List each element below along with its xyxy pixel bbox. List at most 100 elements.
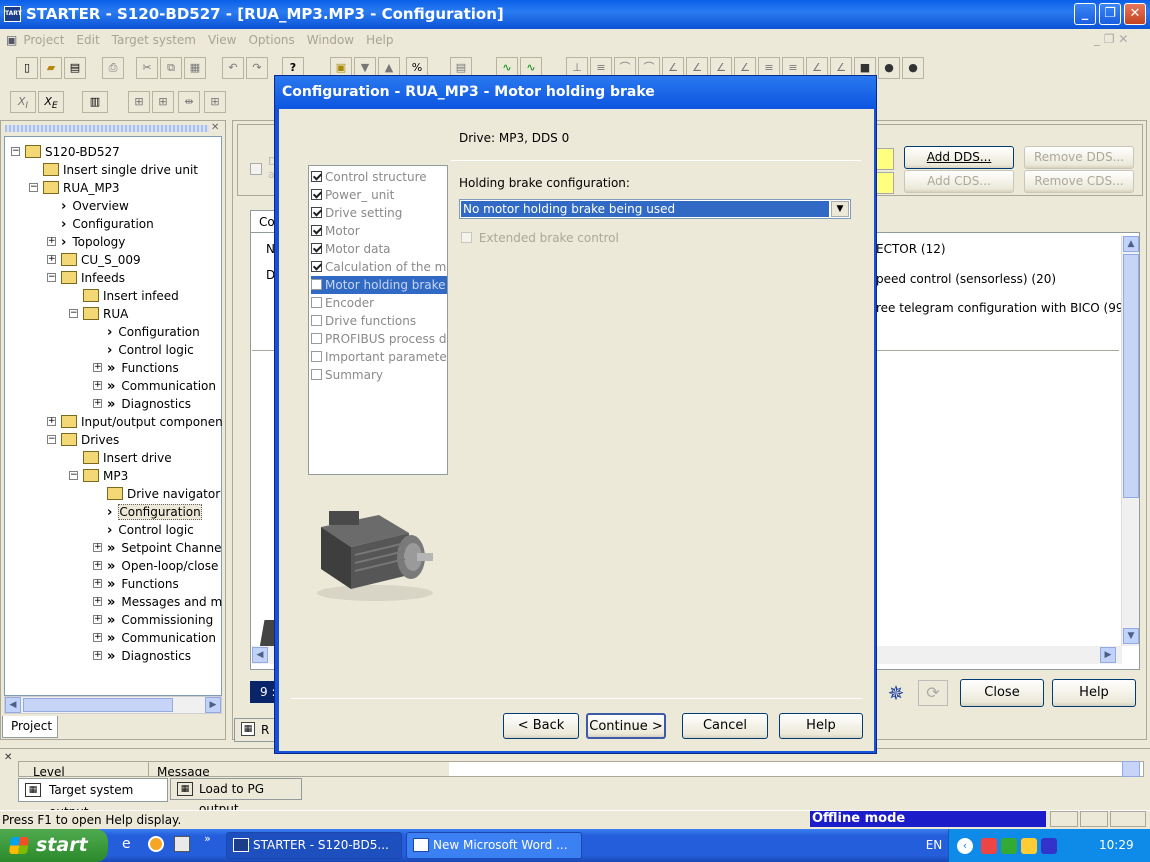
open-icon[interactable]: ▰ — [40, 57, 62, 79]
continue-button[interactable]: Continue > — [586, 713, 666, 739]
tray-icon-4[interactable] — [1041, 838, 1057, 854]
wizard-step[interactable]: Motor holding brake — [311, 276, 447, 294]
expand-icon[interactable]: + — [47, 237, 56, 246]
menu-edit[interactable]: Edit — [76, 29, 99, 51]
bg-scroll-left-icon[interactable]: ◀ — [252, 647, 268, 663]
save-icon[interactable]: ▤ — [64, 57, 86, 79]
remove-dds-button[interactable]: Remove DDS... — [1024, 146, 1134, 169]
new-icon[interactable]: ▯ — [16, 57, 38, 79]
collapse-icon[interactable]: − — [29, 183, 38, 192]
vscroll-thumb[interactable] — [1123, 254, 1139, 498]
record-icon-2[interactable]: ● — [902, 57, 924, 79]
add-dds-button[interactable]: Add DDS... — [904, 146, 1014, 169]
bg-field-9[interactable]: 9 : — [250, 681, 276, 703]
menu-options[interactable]: Options — [248, 29, 294, 51]
minimize-button[interactable]: _ — [1074, 3, 1096, 25]
output-scroll-grip[interactable] — [1122, 761, 1140, 777]
expand-icon[interactable]: + — [93, 543, 102, 552]
scroll-right-icon[interactable]: ▶ — [205, 697, 221, 713]
bg-checkbox[interactable] — [250, 163, 262, 175]
wizard-step[interactable]: Motor — [311, 222, 447, 240]
col-header-level[interactable]: Level — [19, 762, 149, 776]
collapse-icon[interactable]: − — [47, 273, 56, 282]
tool-icon-16[interactable]: ⊞ — [204, 91, 226, 113]
wizard-step[interactable]: Power_ unit — [311, 186, 447, 204]
bg-help-button[interactable]: Help — [1052, 679, 1136, 707]
cut-icon[interactable]: ✂ — [136, 57, 158, 79]
tab-project[interactable]: Project — [2, 716, 58, 738]
tray-icon-3[interactable] — [1021, 838, 1037, 854]
record-icon[interactable]: ● — [878, 57, 900, 79]
start-button[interactable]: start — [0, 829, 108, 862]
col-header-message[interactable]: Message — [149, 762, 449, 776]
extended-brake-checkbox[interactable] — [461, 232, 472, 243]
remove-cds-button[interactable]: Remove CDS... — [1024, 170, 1134, 193]
bg-scroll-right-icon[interactable]: ▶ — [1100, 647, 1116, 663]
window-title-bar[interactable]: STARTER - S120-BD527 - [RUA_MP3.MP3 - Co… — [0, 0, 1150, 29]
print-icon[interactable]: ⎙ — [102, 57, 124, 79]
language-indicator[interactable]: EN — [920, 829, 948, 862]
wizard-step[interactable]: Important parameters — [311, 348, 447, 366]
tray-collapse-icon[interactable]: ‹ — [957, 838, 973, 854]
cancel-button[interactable]: Cancel — [682, 713, 768, 739]
collapse-icon[interactable]: − — [47, 435, 56, 444]
paste-icon[interactable]: ▦ — [184, 57, 206, 79]
extended-brake-control[interactable]: Extended brake control — [461, 231, 619, 245]
restore-button[interactable]: ❐ — [1099, 3, 1121, 25]
tool-icon-13[interactable]: ⊞ — [128, 91, 150, 113]
quicklaunch-icon[interactable] — [174, 836, 190, 852]
panel-close-icon[interactable]: ✕ — [211, 122, 219, 133]
help-button[interactable]: Help — [779, 713, 863, 739]
expand-icon[interactable]: + — [47, 417, 56, 426]
bg-bottom-tab[interactable]: ▦ R — [234, 718, 278, 742]
wizard-step[interactable]: Summary — [311, 366, 447, 384]
tray-icon-2[interactable] — [1001, 838, 1017, 854]
expand-icon[interactable]: + — [47, 255, 56, 264]
brake-config-select[interactable]: No motor holding brake being used ▼ — [459, 199, 851, 219]
xi-icon[interactable]: XI — [10, 91, 36, 113]
tree-hscrollbar[interactable]: ◀ ▶ — [4, 696, 222, 714]
bg-refresh-icon[interactable]: ⟳ — [918, 680, 948, 706]
expand-icon[interactable]: + — [93, 561, 102, 570]
collapse-icon[interactable]: − — [11, 147, 20, 156]
collapse-icon[interactable]: − — [69, 471, 78, 480]
scroll-up-icon[interactable]: ▲ — [1123, 236, 1139, 252]
wizard-step[interactable]: Calculation of the moto — [311, 258, 447, 276]
bg-vscrollbar[interactable]: ▲ ▼ — [1121, 236, 1139, 646]
wizard-step[interactable]: Drive functions — [311, 312, 447, 330]
expand-icon[interactable]: + — [93, 381, 102, 390]
expand-icon[interactable]: + — [93, 579, 102, 588]
panel-grip[interactable] — [5, 125, 209, 132]
redo-icon[interactable]: ↷ — [246, 57, 268, 79]
expand-icon[interactable]: + — [93, 597, 102, 606]
menu-help[interactable]: Help — [366, 29, 393, 51]
menu-window[interactable]: Window — [307, 29, 354, 51]
chevron-down-icon[interactable]: ▼ — [831, 201, 849, 217]
expand-icon[interactable]: + — [93, 363, 102, 372]
scroll-thumb[interactable] — [23, 698, 173, 712]
expert-list-icon[interactable]: ▥ — [82, 91, 108, 113]
expand-icon[interactable]: + — [93, 615, 102, 624]
expand-icon[interactable]: + — [93, 651, 102, 660]
bg-gear-icon[interactable]: ✵ — [884, 680, 908, 706]
tool-icon-14[interactable]: ⊞ — [152, 91, 174, 113]
wizard-step[interactable]: Motor data — [311, 240, 447, 258]
task-word[interactable]: New Microsoft Word ... — [406, 832, 582, 859]
wizard-step[interactable]: Control structure — [311, 168, 447, 186]
clock-app-icon[interactable] — [148, 836, 164, 852]
task-starter[interactable]: STARTER - S120-BD5... — [226, 832, 402, 859]
tool-icon-15[interactable]: ⇹ — [178, 91, 200, 113]
close-window-button[interactable]: ✕ — [1124, 3, 1146, 25]
ie-icon[interactable]: e — [122, 836, 138, 852]
scroll-down-icon[interactable]: ▼ — [1123, 628, 1139, 644]
expand-icon[interactable]: + — [93, 399, 102, 408]
bg-close-button[interactable]: Close — [960, 679, 1044, 707]
wizard-step[interactable]: Drive setting — [311, 204, 447, 222]
xe-icon[interactable]: XE — [38, 91, 64, 113]
tray-icon-1[interactable] — [981, 838, 997, 854]
menu-view[interactable]: View — [208, 29, 236, 51]
copy-icon[interactable]: ⧉ — [160, 57, 182, 79]
dialog-title-bar[interactable]: Configuration - RUA_MP3 - Motor holding … — [275, 76, 876, 109]
output-list[interactable]: Level Message — [18, 761, 1144, 777]
back-button[interactable]: < Back — [503, 713, 579, 739]
